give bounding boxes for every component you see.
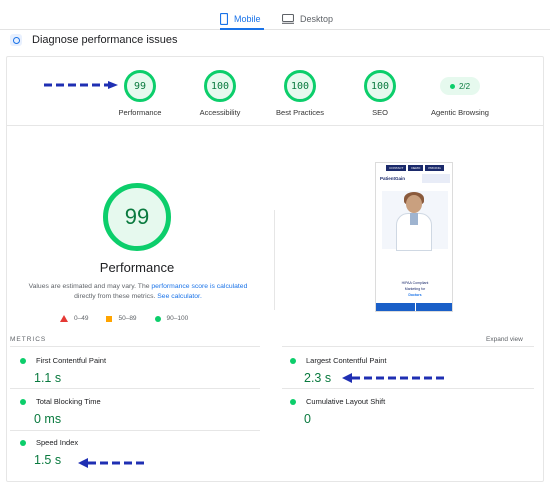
legend-pass: 90–100 [154, 315, 189, 322]
phone-menu-item: PRICING [425, 165, 444, 171]
score-legend: 0–49 50–89 90–100 [60, 315, 188, 322]
phone-logo: PatientGain [380, 176, 406, 181]
doctor-head [406, 195, 422, 213]
score-gauge: 99 [124, 70, 156, 102]
phone-bottom-bar [376, 303, 452, 311]
legend-label: 90–100 [166, 315, 189, 322]
phone-hero-text: HIPAA Compliant Marketing for Doctors [386, 280, 444, 298]
performance-score-link[interactable]: performance score is calculated [151, 283, 247, 290]
score-label: Agentic Browsing [431, 108, 489, 117]
metric-name: Total Blocking Time [36, 397, 101, 406]
pass-dot-icon [20, 398, 26, 405]
score-label: SEO [372, 108, 388, 117]
score-best-practices[interactable]: 100 Best Practices [260, 70, 340, 117]
diagnose-icon [10, 34, 22, 46]
score-agentic-browsing[interactable]: 2/2 Agentic Browsing [420, 70, 500, 117]
pass-dot-icon [290, 398, 296, 405]
phone-btn [376, 303, 415, 311]
pass-dot-icon [20, 439, 26, 446]
metrics-divider [282, 388, 534, 389]
doctor-shirt [410, 213, 418, 225]
calculator-link[interactable]: See calculator. [157, 293, 202, 300]
metric-fcp: First Contentful Paint 1.1 s [20, 356, 106, 385]
legend-label: 0–49 [74, 315, 89, 322]
metric-name: Largest Contentful Paint [306, 356, 387, 365]
metrics-divider [10, 430, 260, 431]
metric-cls: Cumulative Layout Shift 0 [290, 397, 385, 426]
arrow-left-icon [342, 373, 448, 383]
pass-dot-icon [290, 357, 296, 364]
metrics-divider [10, 388, 260, 389]
metrics-divider [282, 346, 534, 347]
square-icon [106, 315, 113, 322]
triangle-icon [60, 315, 68, 322]
score-gauge: 100 [284, 70, 316, 102]
tab-desktop-label: Desktop [300, 14, 334, 24]
score-gauge: 100 [364, 70, 396, 102]
metric-value: 0 ms [34, 412, 62, 426]
metric-value: 1.1 s [34, 371, 62, 385]
vertical-divider [274, 210, 275, 310]
legend-fail: 0–49 [60, 315, 88, 322]
performance-note: Values are estimated and may vary. The p… [28, 282, 248, 302]
circle-icon [154, 315, 161, 322]
divider [6, 125, 544, 126]
tab-desktop[interactable]: Desktop [282, 9, 333, 29]
expand-view-toggle[interactable]: Expand view [486, 336, 523, 343]
note-text: directly from these metrics. [74, 293, 158, 300]
metric-value: 1.5 s [34, 453, 62, 467]
legend-average: 50–89 [106, 315, 137, 322]
phone-hero-line: Doctors [386, 292, 444, 298]
metric-tbt: Total Blocking Time 0 ms [20, 397, 101, 426]
phone-menu: CONTACT DEMO PRICING [376, 163, 452, 173]
score-gauge: 100 [204, 70, 236, 102]
phone-menu-item: DEMO [408, 165, 424, 171]
mobile-icon [220, 13, 228, 25]
pass-dot-icon [449, 83, 455, 89]
scores-row: 99 Performance 100 Accessibility 100 Bes… [100, 70, 500, 117]
device-tabbar [0, 0, 550, 30]
score-label: Accessibility [199, 108, 241, 117]
note-text: Values are estimated and may vary. The [28, 283, 152, 290]
metric-speed-index: Speed Index 1.5 s [20, 438, 78, 467]
phone-badge [422, 174, 450, 183]
metrics-divider [10, 346, 260, 347]
metric-value: 0 [304, 412, 311, 426]
page-screenshot-thumbnail[interactable]: CONTACT DEMO PRICING PatientGain HIPAA C… [375, 162, 453, 312]
performance-gauge: 99 [103, 183, 171, 251]
tab-mobile[interactable]: Mobile [220, 9, 261, 29]
performance-title: Performance [99, 260, 175, 275]
desktop-icon [282, 14, 294, 24]
metric-name: First Contentful Paint [36, 356, 107, 365]
diagnose-header[interactable]: Diagnose performance issues [10, 34, 178, 46]
score-label: Performance [118, 108, 162, 117]
score-label: Best Practices [276, 108, 324, 117]
arrow-left-icon [78, 458, 144, 468]
phone-btn [415, 303, 452, 311]
diagnose-title: Diagnose performance issues [32, 34, 178, 46]
annotation-arrow-lcp [342, 373, 448, 383]
agentic-value: 2/2 [458, 81, 471, 91]
agentic-badge: 2/2 [440, 77, 480, 95]
score-performance[interactable]: 99 Performance [100, 70, 180, 117]
phone-hero-highlight: Doctors [408, 293, 422, 297]
tab-mobile-label: Mobile [234, 14, 261, 24]
phone-menu-item: CONTACT [386, 165, 407, 171]
score-seo[interactable]: 100 SEO [340, 70, 420, 117]
metric-name: Cumulative Layout Shift [306, 397, 386, 406]
score-accessibility[interactable]: 100 Accessibility [180, 70, 260, 117]
metrics-header: METRICS [10, 336, 47, 343]
pass-dot-icon [20, 357, 26, 364]
active-tab-indicator [220, 28, 264, 30]
annotation-arrow-speed-index [78, 458, 144, 468]
legend-label: 50–89 [118, 315, 137, 322]
metric-name: Speed Index [36, 438, 79, 447]
